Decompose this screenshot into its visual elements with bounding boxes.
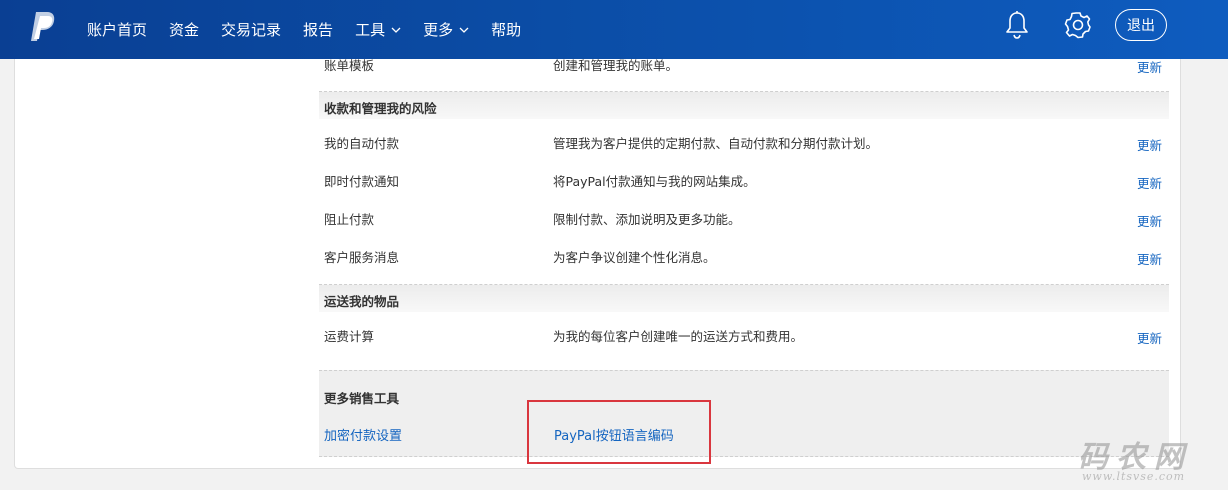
nav-label: 工具: [355, 21, 386, 39]
chevron-down-icon: [459, 27, 469, 33]
nav-item-account-home[interactable]: 账户首页: [76, 0, 158, 59]
watermark-url: www.ltsvse.com: [1082, 470, 1186, 483]
nav-item-reports[interactable]: 报告: [292, 0, 344, 59]
section-header: 收款和管理我的风险: [319, 91, 1169, 119]
update-link[interactable]: 更新: [1137, 59, 1162, 77]
nav-item-tools[interactable]: 工具: [344, 0, 412, 59]
table-row: 运费计算 为我的每位客户创建唯一的运送方式和费用。 更新: [319, 328, 1169, 366]
tool-name: 阻止付款: [324, 212, 375, 227]
nav-item-more[interactable]: 更多: [412, 0, 480, 59]
nav-item-help[interactable]: 帮助: [480, 0, 532, 59]
logout-button[interactable]: 退出: [1115, 9, 1167, 41]
nav-label: 帮助: [491, 21, 522, 39]
bell-icon[interactable]: [1004, 10, 1030, 40]
paypal-logo-icon[interactable]: [28, 10, 58, 44]
table-row: 阻止付款 限制付款、添加说明及更多功能。 更新: [319, 211, 1169, 249]
encrypted-payment-settings-link[interactable]: 加密付款设置: [324, 425, 402, 444]
update-link[interactable]: 更新: [1137, 213, 1162, 231]
highlight-box: [527, 400, 711, 464]
tool-name: 即时付款通知: [324, 174, 400, 189]
nav-label: 交易记录: [221, 21, 282, 39]
watermark: 码农网 www.ltsvse.com: [1072, 430, 1222, 488]
nav-label: 资金: [169, 21, 200, 39]
table-row: 即时付款通知 将PayPal付款通知与我的网站集成。 更新: [319, 173, 1169, 211]
tool-description: 管理我为客户提供的定期付款、自动付款和分期付款计划。: [553, 136, 879, 151]
chevron-down-icon: [391, 27, 401, 33]
logout-label: 退出: [1127, 18, 1155, 34]
tool-name: 运费计算: [324, 329, 375, 344]
update-link[interactable]: 更新: [1137, 175, 1162, 193]
nav-label: 账户首页: [87, 21, 148, 39]
top-navigation-bar: 账户首页 资金 交易记录 报告 工具 更多 帮助 退出: [0, 0, 1228, 59]
section-header: 运送我的物品: [319, 284, 1169, 312]
nav-label: 更多: [423, 21, 454, 39]
update-link[interactable]: 更新: [1137, 137, 1162, 155]
table-row: 客户服务消息 为客户争议创建个性化消息。 更新: [319, 249, 1169, 287]
section-title: 更多销售工具: [324, 391, 400, 406]
tool-name: 账单模板: [324, 58, 375, 73]
section-title: 运送我的物品: [324, 294, 400, 309]
tool-description: 为我的每位客户创建唯一的运送方式和费用。: [553, 329, 804, 344]
update-link[interactable]: 更新: [1137, 330, 1162, 348]
nav-item-transactions[interactable]: 交易记录: [210, 0, 292, 59]
table-row: 账单模板 创建和管理我的账单。 更新: [319, 57, 1169, 95]
nav-item-funds[interactable]: 资金: [158, 0, 210, 59]
nav-label: 报告: [303, 21, 334, 39]
table-row: 我的自动付款 管理我为客户提供的定期付款、自动付款和分期付款计划。 更新: [319, 135, 1169, 173]
more-selling-tools-section: 更多销售工具 加密付款设置 PayPal按钮语言编码: [319, 370, 1169, 457]
tool-description: 限制付款、添加说明及更多功能。: [553, 212, 741, 227]
tool-name: 客户服务消息: [324, 250, 400, 265]
update-link[interactable]: 更新: [1137, 251, 1162, 269]
tool-description: 为客户争议创建个性化消息。: [553, 250, 716, 265]
main-nav: 账户首页 资金 交易记录 报告 工具 更多 帮助: [76, 0, 532, 59]
gear-icon[interactable]: [1064, 11, 1092, 39]
tool-description: 创建和管理我的账单。: [553, 58, 679, 73]
tool-name: 我的自动付款: [324, 136, 400, 151]
section-title: 收款和管理我的风险: [324, 101, 437, 116]
tool-description: 将PayPal付款通知与我的网站集成。: [553, 174, 756, 189]
